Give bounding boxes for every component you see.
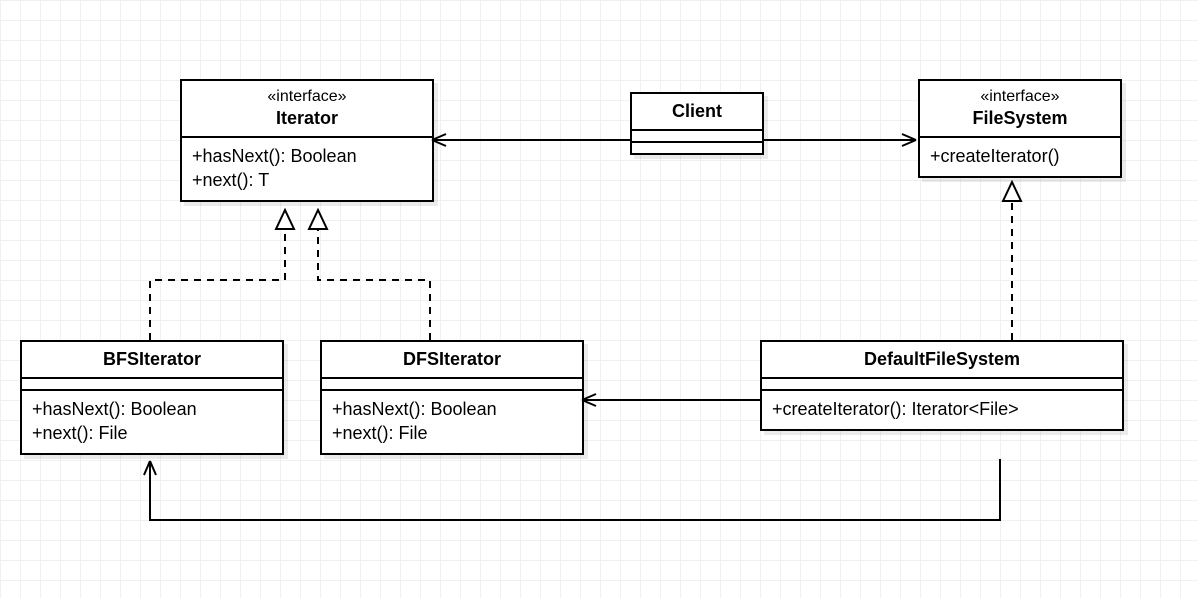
class-title: «interface» FileSystem <box>920 81 1120 138</box>
stereotype: «interface» <box>930 87 1110 107</box>
uml-canvas: «interface» Iterator +hasNext(): Boolean… <box>0 0 1198 598</box>
class-title: DFSIterator <box>322 342 582 379</box>
operation: +hasNext(): Boolean <box>332 397 572 421</box>
operation: +createIterator() <box>930 144 1110 168</box>
class-title: Client <box>632 94 762 131</box>
class-iterator: «interface» Iterator +hasNext(): Boolean… <box>180 79 434 202</box>
class-empty-section <box>762 379 1122 391</box>
class-name: BFSIterator <box>32 348 272 371</box>
class-client: Client <box>630 92 764 155</box>
class-body: +hasNext(): Boolean +next(): File <box>22 391 282 454</box>
class-name: DefaultFileSystem <box>772 348 1112 371</box>
class-title: BFSIterator <box>22 342 282 379</box>
class-empty-section <box>632 143 762 153</box>
class-name: DFSIterator <box>332 348 572 371</box>
class-empty-section <box>22 379 282 391</box>
assoc-defaultfs-bfs <box>150 459 1000 520</box>
class-bfs-iterator: BFSIterator +hasNext(): Boolean +next():… <box>20 340 284 455</box>
stereotype: «interface» <box>192 87 422 107</box>
operation: +createIterator(): Iterator<File> <box>772 397 1112 421</box>
class-title: «interface» Iterator <box>182 81 432 138</box>
class-filesystem: «interface» FileSystem +createIterator() <box>918 79 1122 178</box>
class-name: Client <box>642 100 752 123</box>
operation: +hasNext(): Boolean <box>32 397 272 421</box>
class-name: Iterator <box>192 107 422 130</box>
class-name: FileSystem <box>930 107 1110 130</box>
class-dfs-iterator: DFSIterator +hasNext(): Boolean +next():… <box>320 340 584 455</box>
operation: +next(): T <box>192 168 422 192</box>
class-empty-section <box>322 379 582 391</box>
class-body: +hasNext(): Boolean +next(): T <box>182 138 432 201</box>
class-body: +hasNext(): Boolean +next(): File <box>322 391 582 454</box>
class-title: DefaultFileSystem <box>762 342 1122 379</box>
realization-dfs-iterator <box>318 210 430 340</box>
operation: +hasNext(): Boolean <box>192 144 422 168</box>
class-body: +createIterator() <box>920 138 1120 176</box>
class-body: +createIterator(): Iterator<File> <box>762 391 1122 429</box>
realization-bfs-iterator <box>150 210 285 340</box>
operation: +next(): File <box>32 421 272 445</box>
class-empty-section <box>632 131 762 143</box>
operation: +next(): File <box>332 421 572 445</box>
class-default-filesystem: DefaultFileSystem +createIterator(): Ite… <box>760 340 1124 431</box>
